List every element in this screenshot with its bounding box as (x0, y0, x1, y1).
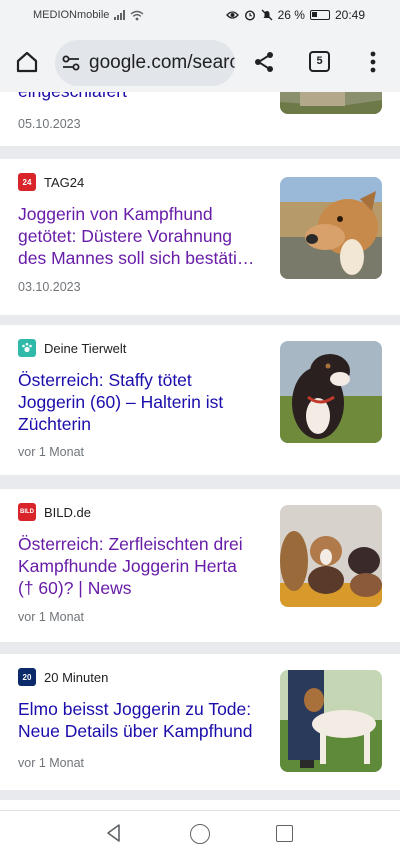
square-recents-icon[interactable] (276, 825, 293, 842)
result-thumbnail[interactable] (280, 177, 382, 279)
more-vert-icon[interactable] (370, 51, 376, 73)
result-title[interactable]: Elmo beisst Joggerin zu Tode: Neue Detai… (18, 698, 262, 742)
url-bar[interactable]: google.com/search (55, 40, 235, 86)
title-line: († 60)? | News (18, 578, 132, 598)
title-line: Elmo beisst Joggerin zu Tode: (18, 699, 252, 719)
result-date: 05.10.2023 (18, 117, 81, 131)
result-source[interactable]: 20 20 Minuten (18, 668, 108, 686)
result-card-next (0, 800, 400, 810)
search-results: eingeschläfert 05.10.2023 24 TAG24 Jogge… (0, 92, 400, 810)
result-source[interactable]: 24 TAG24 (18, 173, 84, 191)
browser-toolbar: google.com/search 5 (0, 32, 400, 92)
mute-bell-icon (261, 9, 273, 21)
status-bar: MEDIONmobile 26 % 20:49 (0, 0, 400, 32)
signal-icon (114, 10, 126, 20)
title-line: Joggerin von Kampfhund (18, 204, 213, 224)
title-line: Österreich: Zerfleischten drei (18, 534, 243, 554)
title-line: Züchterin (18, 414, 91, 434)
result-source[interactable]: BILD BILD.de (18, 503, 91, 521)
result-date: vor 1 Monat (18, 756, 85, 770)
result-title[interactable]: eingeschläfert (18, 92, 262, 102)
url-text: google.com/search (89, 52, 235, 73)
alarm-icon (244, 10, 255, 21)
circle-home-icon[interactable] (190, 824, 210, 844)
title-line: des Mannes soll sich bestäti… (18, 248, 255, 268)
result-card[interactable]: 20 20 Minuten Elmo beisst Joggerin zu To… (0, 654, 400, 790)
tag24-logo-icon: 24 (18, 173, 36, 191)
carrier-name: MEDIONmobile (33, 9, 110, 21)
result-card[interactable]: BILD BILD.de Österreich: Zerfleischten d… (0, 489, 400, 642)
result-thumbnail[interactable] (280, 92, 382, 114)
result-date: vor 1 Monat (18, 610, 85, 624)
20min-logo-icon: 20 (18, 668, 36, 686)
result-date: vor 1 Monat (18, 445, 85, 459)
status-left: MEDIONmobile (33, 9, 144, 21)
title-line: Kampfhunde Joggerin Herta (18, 556, 237, 576)
result-card[interactable]: 24 TAG24 Joggerin von Kampfhund getötet:… (0, 159, 400, 315)
paw-logo-icon (18, 339, 36, 357)
battery-icon (309, 10, 330, 20)
wifi-icon (130, 10, 144, 20)
source-name: TAG24 (44, 174, 85, 190)
result-thumbnail[interactable] (280, 341, 382, 443)
bild-logo-icon: BILD (18, 503, 36, 521)
result-date: 03.10.2023 (18, 280, 81, 294)
triangle-back-icon[interactable] (104, 823, 124, 843)
source-name: 20 Minuten (44, 669, 109, 685)
result-title[interactable]: Österreich: Zerfleischten drei Kampfhund… (18, 533, 262, 599)
result-title[interactable]: Joggerin von Kampfhund getötet: Düstere … (18, 203, 262, 269)
system-nav-bar (0, 810, 400, 857)
title-line: Österreich: Staffy tötet (18, 370, 192, 390)
title-line: Joggerin (60) – Halterin ist (18, 392, 224, 412)
title-line: Neue Details über Kampfhund (18, 721, 253, 741)
eye-icon (225, 11, 239, 19)
tune-icon[interactable] (61, 53, 81, 73)
share-icon[interactable] (252, 50, 276, 74)
home-icon[interactable] (14, 49, 40, 75)
tab-switcher-button[interactable]: 5 (309, 51, 330, 72)
source-name: BILD.de (44, 504, 91, 520)
result-thumbnail[interactable] (280, 505, 382, 607)
clock: 20:49 (334, 8, 365, 22)
result-title[interactable]: Österreich: Staffy tötet Joggerin (60) –… (18, 369, 262, 435)
result-thumbnail[interactable] (280, 670, 382, 772)
result-source[interactable]: Deine Tierwelt (18, 339, 126, 357)
battery-percent: 26 % (277, 8, 305, 22)
title-line: getötet: Düstere Vorahnung (18, 226, 233, 246)
source-name: Deine Tierwelt (44, 340, 127, 356)
status-right: 26 % 20:49 (225, 8, 365, 22)
result-card[interactable]: Deine Tierwelt Österreich: Staffy tötet … (0, 325, 400, 475)
result-card[interactable]: eingeschläfert 05.10.2023 (0, 92, 400, 146)
